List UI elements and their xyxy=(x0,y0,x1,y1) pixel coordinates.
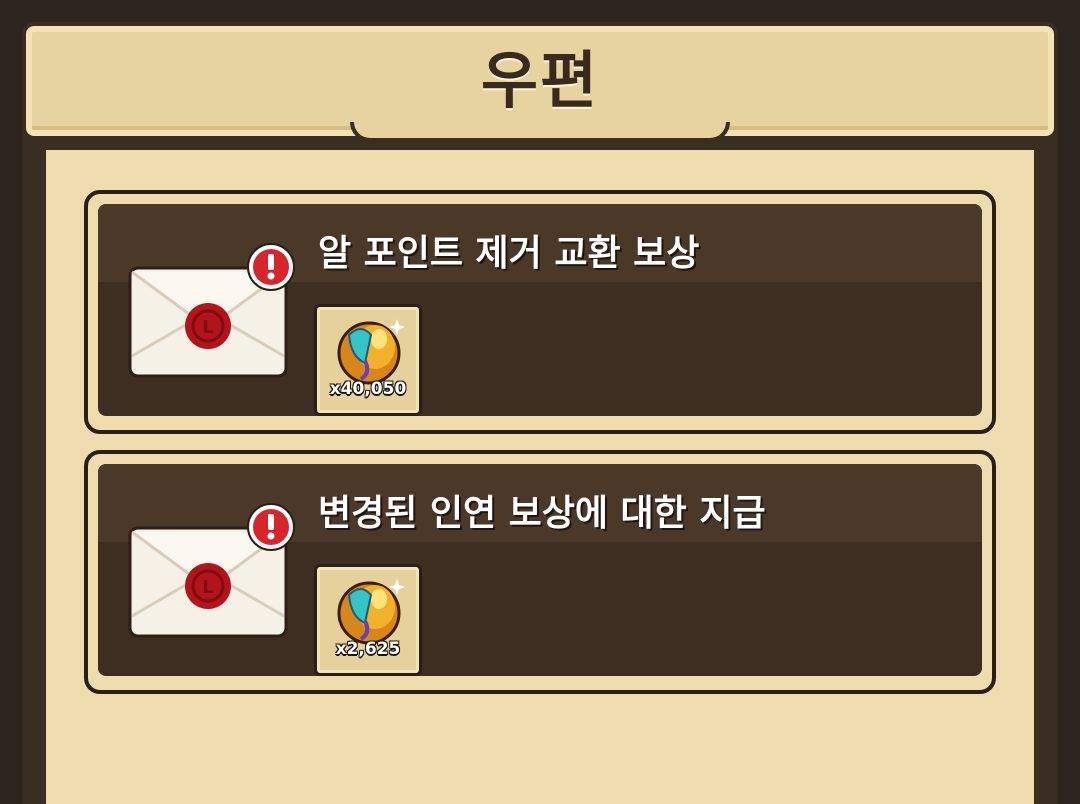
mail-title: 변경된 인연 보상에 대한 지급 xyxy=(318,493,766,534)
mail-item-body: 알 포인트 제거 교환 보상 L x40,050 xyxy=(98,204,982,416)
mailbox-screen: 우편 알 포인트 제거 교환 보상 L x40,050 변경된 인연 보상에 대… xyxy=(0,0,1080,804)
reward-item[interactable]: x2,625 xyxy=(314,564,422,676)
gold-egg-icon xyxy=(337,319,405,385)
mail-item[interactable]: 알 포인트 제거 교환 보상 L x40,050 xyxy=(84,190,996,434)
svg-text:L: L xyxy=(202,577,213,598)
mail-title: 알 포인트 제거 교환 보상 xyxy=(318,233,700,274)
page-title: 우편 xyxy=(480,44,600,117)
alert-icon xyxy=(247,503,295,551)
alert-icon xyxy=(247,243,295,291)
svg-text:L: L xyxy=(202,317,213,338)
mail-item-body: 변경된 인연 보상에 대한 지급 L x2,625 xyxy=(98,464,982,676)
title-banner-notch xyxy=(350,122,730,142)
reward-quantity: x40,050 xyxy=(329,379,407,399)
gold-egg-icon xyxy=(337,579,405,645)
reward-quantity: x2,625 xyxy=(335,639,401,659)
reward-item[interactable]: x40,050 xyxy=(314,304,422,416)
mail-item[interactable]: 변경된 인연 보상에 대한 지급 L x2,625 xyxy=(84,450,996,694)
